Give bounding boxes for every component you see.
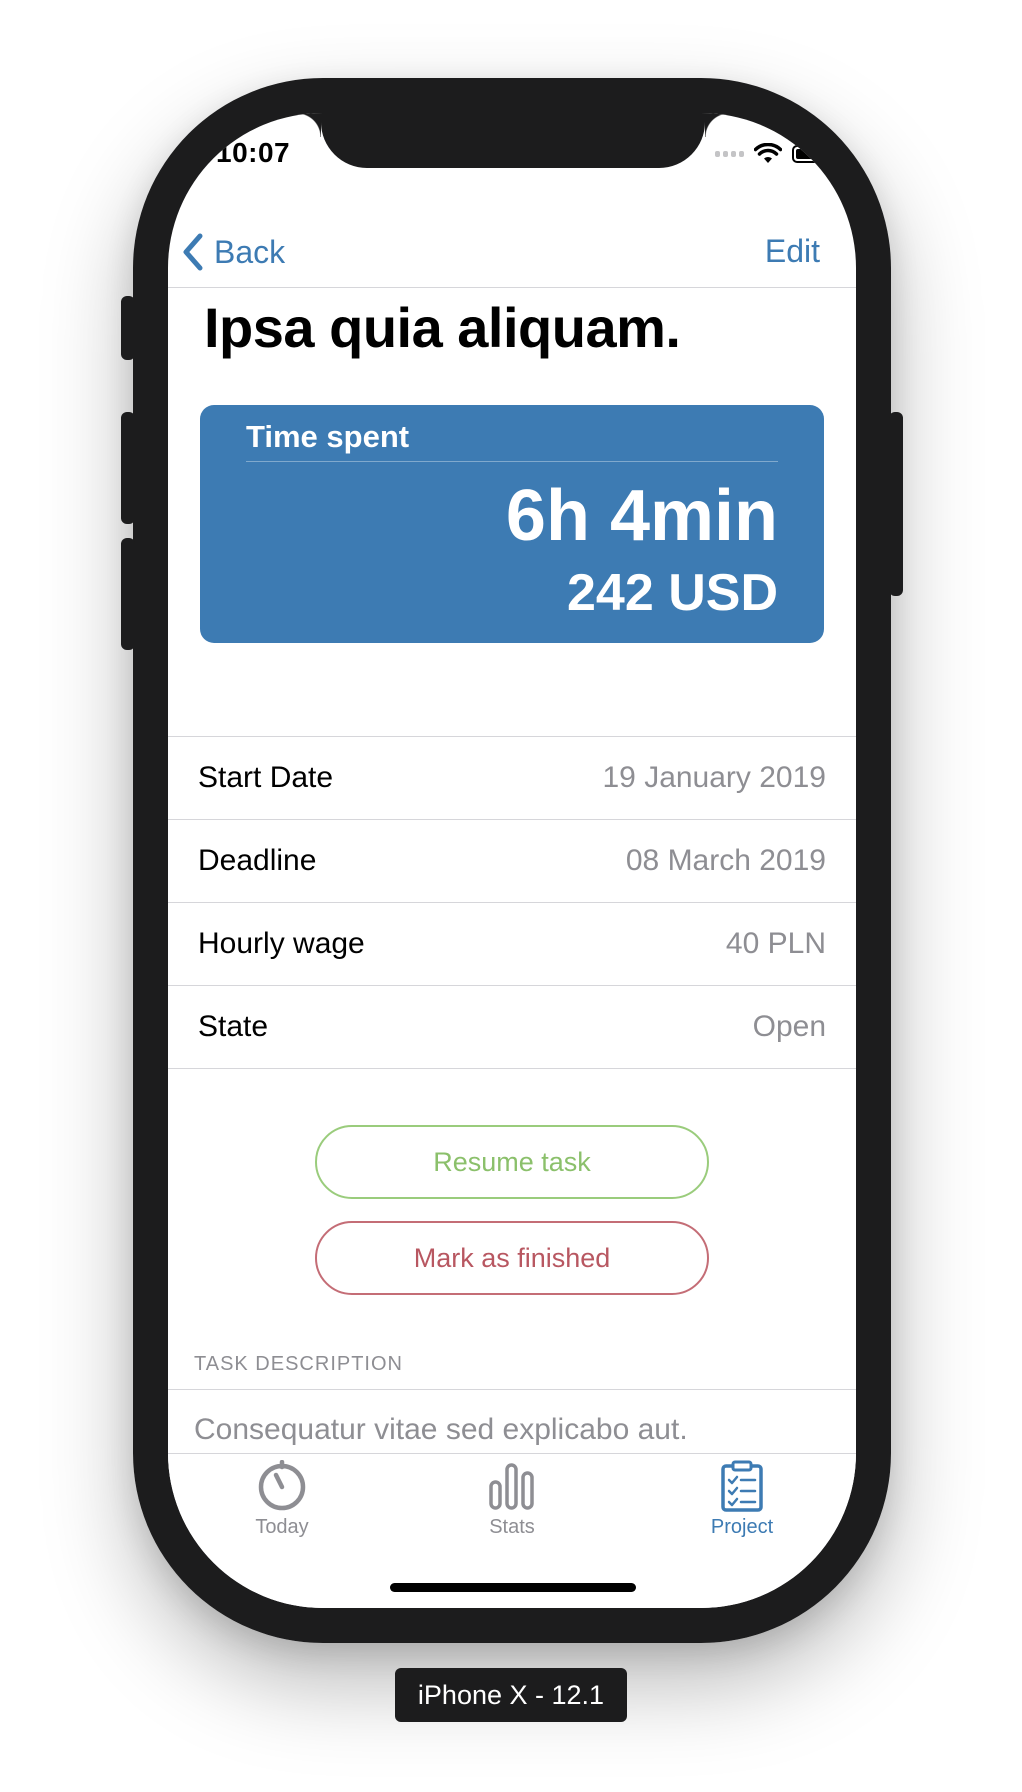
time-spent-amount: 242 USD: [567, 564, 778, 622]
detail-row-start-date: Start Date 19 January 2019: [168, 737, 856, 820]
details-table: Start Date 19 January 2019 Deadline 08 M…: [168, 736, 856, 1069]
card-divider: [246, 461, 778, 462]
status-icons: [715, 143, 833, 165]
section-divider: [168, 1389, 856, 1390]
detail-label: Deadline: [198, 844, 317, 877]
detail-row-hourly-wage: Hourly wage 40 PLN: [168, 903, 856, 986]
task-description-header: TASK DESCRIPTION: [194, 1353, 403, 1375]
clipboard-icon: [721, 1460, 763, 1512]
tab-label: Stats: [489, 1516, 535, 1538]
mute-switch: [121, 296, 135, 360]
time-spent-label: Time spent: [246, 419, 410, 454]
detail-row-deadline: Deadline 08 March 2019: [168, 820, 856, 903]
signal-icon: [715, 151, 744, 157]
notch: [297, 113, 729, 168]
wifi-icon: [754, 143, 782, 163]
tab-project[interactable]: Project: [667, 1460, 817, 1539]
tab-today[interactable]: Today: [207, 1460, 357, 1539]
detail-value: 40 PLN: [725, 927, 826, 960]
time-spent-card: Time spent 6h 4min 242 USD: [200, 405, 824, 643]
detail-row-state: State Open: [168, 986, 856, 1069]
back-label: Back: [214, 233, 286, 270]
detail-label: State: [198, 1010, 269, 1043]
tab-stats[interactable]: Stats: [437, 1460, 587, 1539]
volume-up-button: [121, 412, 135, 524]
phone-screen: 10:07 Back Edit Ipsa quia aliquam. Time …: [168, 113, 856, 1608]
chevron-left-icon: [183, 233, 203, 271]
status-time: 10:07: [216, 137, 291, 168]
detail-value: 19 January 2019: [602, 761, 826, 794]
timer-icon: [258, 1460, 306, 1511]
device-label: iPhone X - 12.1: [395, 1668, 627, 1722]
detail-label: Start Date: [198, 761, 334, 794]
resume-task-button[interactable]: Resume task: [315, 1125, 709, 1199]
volume-down-button: [121, 538, 135, 650]
home-indicator[interactable]: [390, 1583, 636, 1592]
detail-value: Open: [752, 1010, 826, 1043]
detail-value: 08 March 2019: [625, 844, 826, 877]
detail-label: Hourly wage: [198, 927, 365, 960]
time-spent-duration: 6h 4min: [505, 476, 778, 556]
navigation-bar: Back Edit: [168, 205, 856, 288]
battery-icon: [792, 145, 833, 163]
tab-label: Project: [710, 1516, 774, 1538]
tab-label: Today: [255, 1516, 309, 1538]
task-description-text: Consequatur vitae sed explicabo aut.: [194, 1413, 688, 1446]
mark-as-finished-button[interactable]: Mark as finished: [315, 1221, 709, 1295]
back-button[interactable]: Back: [182, 233, 285, 271]
power-button: [889, 412, 903, 596]
bar-chart-icon: [489, 1463, 534, 1510]
edit-button[interactable]: Edit: [765, 233, 820, 270]
task-title: Ipsa quia aliquam.: [204, 296, 681, 359]
